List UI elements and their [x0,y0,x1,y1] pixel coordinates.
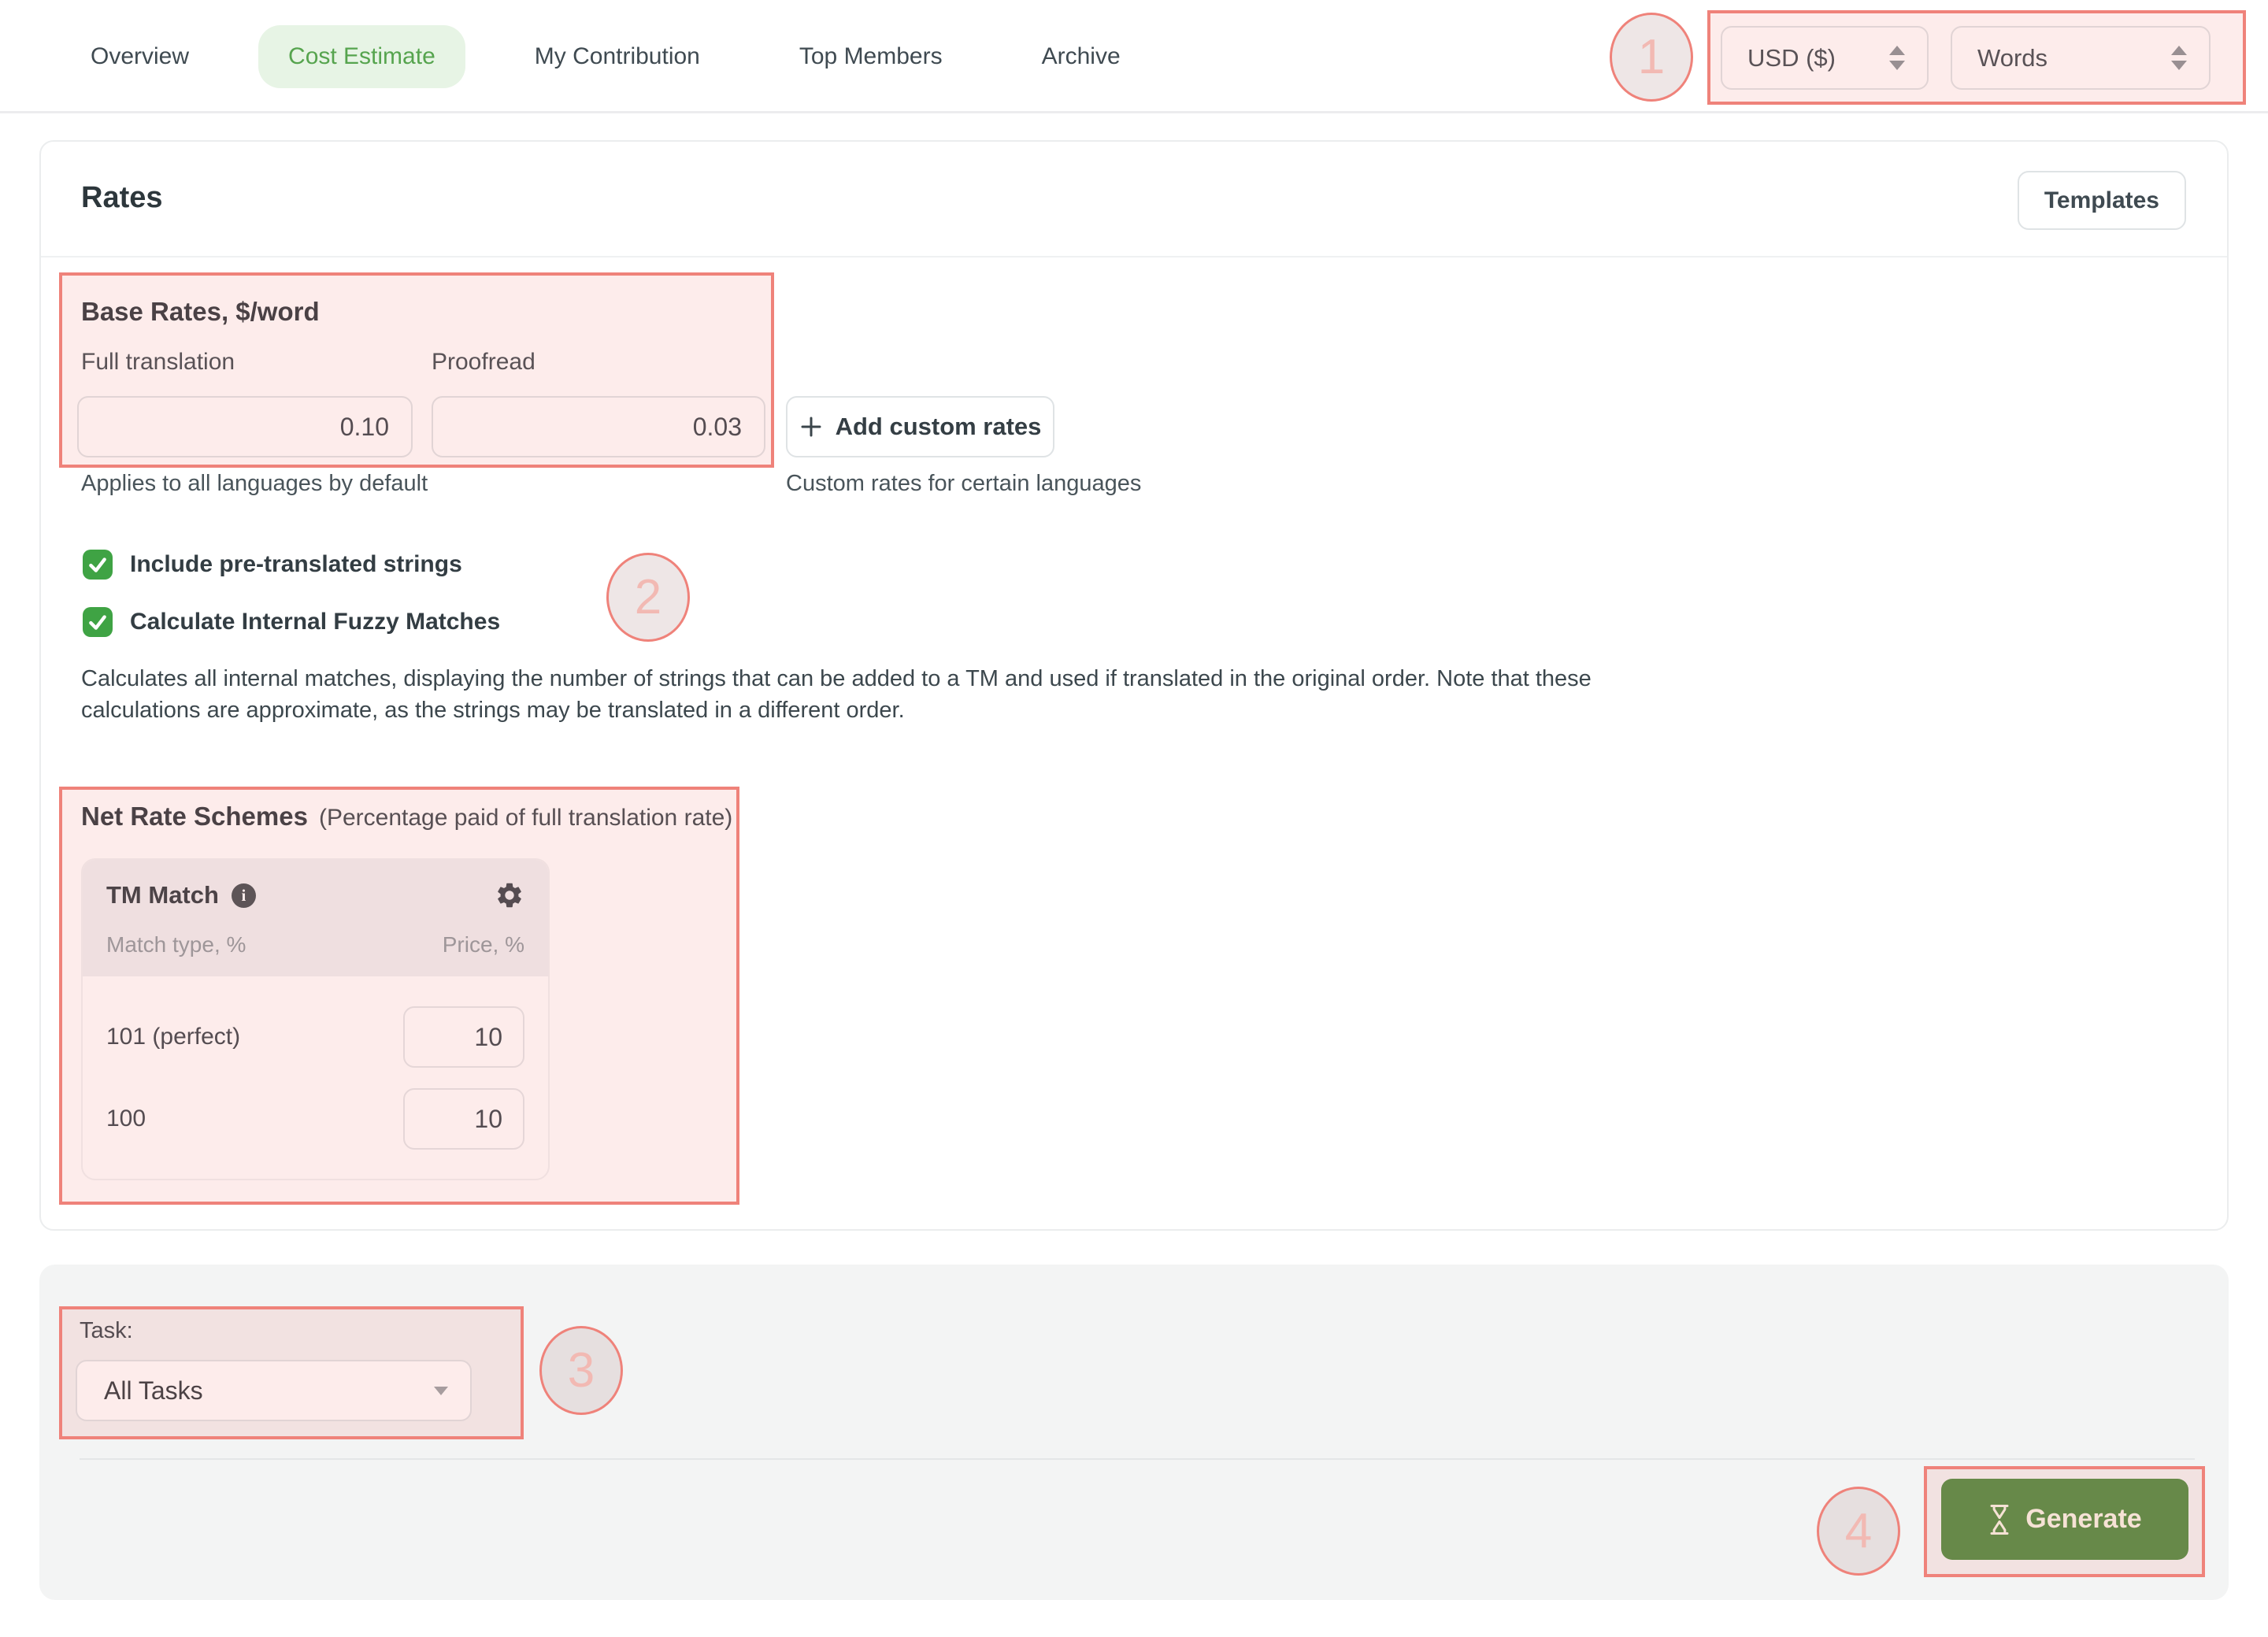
full-translation-input[interactable] [77,396,413,457]
proofread-input[interactable] [432,396,765,457]
net-rate-schemes-title: Net Rate Schemes [81,802,308,831]
price-input-101[interactable] [403,1006,524,1068]
table-row: 101 (perfect) [106,1006,524,1068]
tm-match-card: TM Match i Match type, % Price, % 101 (p… [81,858,550,1180]
unit-select[interactable]: Words [1951,26,2211,90]
match-type-column-label: Match type, % [106,932,246,957]
net-rate-schemes-subtitle: (Percentage paid of full translation rat… [319,805,732,831]
tab-top-members[interactable]: Top Members [769,25,973,88]
tab-archive[interactable]: Archive [1012,25,1151,88]
generate-button-label: Generate [2025,1504,2141,1535]
base-rates-heading: Base Rates, $/word [81,297,320,327]
net-rate-schemes-heading: Net Rate Schemes (Percentage paid of ful… [81,802,732,831]
currency-select[interactable]: USD ($) [1721,26,1929,90]
custom-rates-hint: Custom rates for certain languages [786,471,1141,497]
checkmark-icon [87,612,108,632]
task-select-value: All Tasks [104,1376,203,1406]
fuzzy-checkbox[interactable] [83,607,113,637]
base-rates-hint: Applies to all languages by default [81,471,428,497]
pretranslated-label: Include pre-translated strings [130,551,462,578]
fuzzy-note: Calculates all internal matches, display… [81,663,1625,726]
table-row: 100 [106,1088,524,1150]
nav-divider [0,111,2268,113]
task-label: Task: [80,1318,133,1344]
proofread-label: Proofread [432,349,536,376]
generate-button[interactable]: Generate [1941,1479,2188,1560]
tm-match-header: TM Match i Match type, % Price, % [83,860,548,976]
top-navigation: Overview Cost Estimate My Contribution T… [0,0,2268,113]
tab-cost-estimate[interactable]: Cost Estimate [258,25,465,88]
tab-my-contribution[interactable]: My Contribution [505,25,730,88]
pretranslated-checkbox[interactable] [83,550,113,580]
match-type-value: 100 [106,1106,146,1132]
hourglass-icon [1988,1504,2011,1535]
templates-button[interactable]: Templates [2018,171,2186,230]
unit-select-value: Words [1977,44,2048,72]
add-custom-rates-label: Add custom rates [836,413,1042,441]
match-type-value: 101 (perfect) [106,1024,240,1050]
card-header-divider [41,256,2227,257]
stepper-icon [1889,46,1905,70]
stepper-icon [2171,46,2187,70]
add-custom-rates-button[interactable]: Add custom rates [786,396,1054,457]
plus-icon [799,415,823,439]
option-fuzzy-row: Calculate Internal Fuzzy Matches [83,607,500,637]
footer-divider [80,1458,2195,1460]
rates-card: Rates Templates Base Rates, $/word Full … [39,140,2229,1231]
currency-select-value: USD ($) [1747,44,1836,72]
price-input-100[interactable] [403,1088,524,1150]
tab-list: Overview Cost Estimate My Contribution T… [61,0,1151,113]
chevron-down-icon [434,1387,448,1395]
full-translation-label: Full translation [81,349,235,376]
cost-estimate-page: Overview Cost Estimate My Contribution T… [0,0,2268,1637]
tm-match-title: TM Match [106,881,219,909]
price-column-label: Price, % [443,932,524,957]
rates-title: Rates [81,181,163,215]
generate-section: Task: All Tasks Generate [39,1265,2229,1600]
tab-overview[interactable]: Overview [61,25,219,88]
fuzzy-label: Calculate Internal Fuzzy Matches [130,609,500,635]
task-select[interactable]: All Tasks [76,1360,472,1421]
checkmark-icon [87,554,108,575]
option-pretranslated-row: Include pre-translated strings [83,550,462,580]
info-icon[interactable]: i [232,883,256,908]
gear-icon[interactable] [495,880,524,910]
